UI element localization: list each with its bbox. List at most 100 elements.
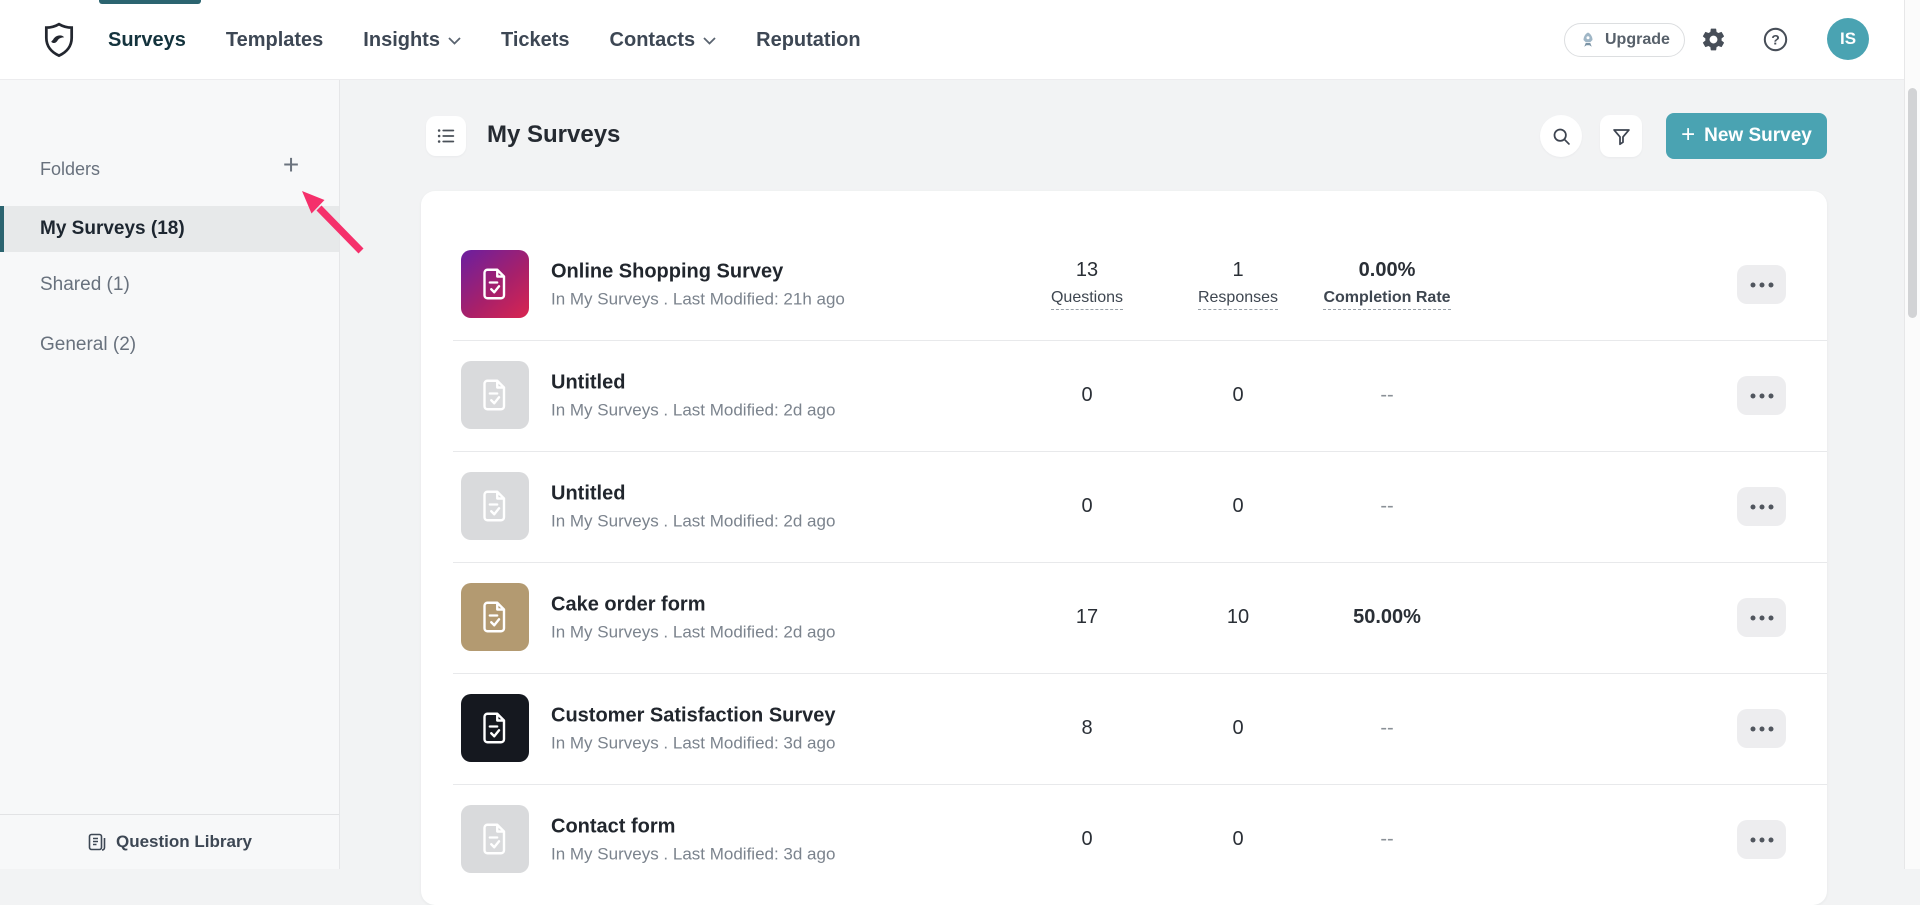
add-folder-button[interactable]: + (272, 146, 310, 184)
upgrade-button[interactable]: Upgrade (1564, 23, 1685, 57)
folders-title: Folders (40, 159, 100, 180)
survey-row[interactable]: Untitled In My Surveys . Last Modified: … (421, 451, 1827, 562)
completion-stat: 0.00% Completion Rate (1267, 229, 1507, 340)
responses-count: 1 (1232, 259, 1243, 282)
nav-surveys[interactable]: Surveys (108, 29, 186, 52)
nav-tickets[interactable]: Tickets (501, 29, 570, 52)
collapse-sidebar-button[interactable] (426, 116, 466, 156)
document-icon (477, 710, 513, 746)
document-icon (477, 821, 513, 857)
filter-button[interactable] (1600, 115, 1642, 157)
question-library-label: Question Library (116, 832, 252, 852)
survey-title[interactable]: Customer Satisfaction Survey (551, 704, 836, 727)
list-icon (435, 125, 457, 147)
survey-row[interactable]: Untitled In My Surveys . Last Modified: … (421, 340, 1827, 451)
survey-icon (461, 694, 529, 762)
nav-insights-label: Insights (363, 29, 440, 52)
survey-title[interactable]: Contact form (551, 815, 835, 838)
survey-subtitle: In My Surveys . Last Modified: 2d ago (551, 400, 835, 420)
questions-stat: 0 (1017, 340, 1157, 451)
survey-subtitle: In My Surveys . Last Modified: 2d ago (551, 622, 835, 642)
survey-subtitle: In My Surveys . Last Modified: 21h ago (551, 289, 845, 309)
nav-templates[interactable]: Templates (226, 29, 323, 52)
survey-text: Online Shopping Survey In My Surveys . L… (551, 260, 845, 309)
sidebar-item-general[interactable]: General (2) (0, 322, 339, 368)
sidebar: Folders + My Surveys (18) Shared (1) Gen… (0, 80, 340, 869)
gear-icon (1700, 26, 1727, 53)
nav-contacts-label: Contacts (610, 29, 696, 52)
row-actions-button[interactable] (1737, 820, 1786, 859)
settings-button[interactable] (1700, 26, 1727, 53)
survey-text: Cake order form In My Surveys . Last Mod… (551, 593, 835, 642)
row-actions-button[interactable] (1737, 598, 1786, 637)
upgrade-label: Upgrade (1605, 31, 1670, 49)
user-avatar[interactable]: IS (1827, 18, 1869, 60)
completion-label[interactable]: Completion Rate (1323, 289, 1450, 310)
survey-text: Untitled In My Surveys . Last Modified: … (551, 371, 835, 420)
primary-nav: Surveys Templates Insights Tickets Conta… (108, 0, 861, 80)
row-actions-button[interactable] (1737, 376, 1786, 415)
row-actions-button[interactable] (1737, 265, 1786, 304)
responses-count: 0 (1232, 495, 1243, 518)
completion-rate: -- (1380, 717, 1393, 740)
scrollbar-thumb[interactable] (1908, 88, 1917, 318)
sidebar-item-my-surveys[interactable]: My Surveys (18) (0, 206, 339, 252)
search-icon (1551, 126, 1572, 147)
survey-icon (461, 250, 529, 318)
nav-insights[interactable]: Insights (363, 29, 461, 52)
survey-list: Online Shopping Survey In My Surveys . L… (421, 229, 1827, 895)
survey-row[interactable]: Customer Satisfaction Survey In My Surve… (421, 673, 1827, 784)
ellipsis-icon (1750, 504, 1774, 510)
filter-icon (1611, 126, 1632, 147)
ellipsis-icon (1750, 393, 1774, 399)
responses-label[interactable]: Responses (1198, 289, 1278, 310)
survey-subtitle: In My Surveys . Last Modified: 2d ago (551, 511, 835, 531)
questions-stat: 17 (1017, 562, 1157, 673)
survey-title[interactable]: Untitled (551, 482, 835, 505)
question-library-icon (87, 832, 107, 852)
survey-row[interactable]: Online Shopping Survey In My Surveys . L… (421, 229, 1827, 340)
survey-row[interactable]: Contact form In My Surveys . Last Modifi… (421, 784, 1827, 895)
document-icon (477, 377, 513, 413)
survey-list-card: Online Shopping Survey In My Surveys . L… (421, 191, 1827, 905)
topbar: Surveys Templates Insights Tickets Conta… (0, 0, 1920, 80)
survey-title[interactable]: Cake order form (551, 593, 835, 616)
new-survey-label: New Survey (1704, 125, 1812, 147)
completion-stat: -- (1267, 451, 1507, 562)
questions-count: 0 (1081, 384, 1092, 407)
survey-subtitle: In My Surveys . Last Modified: 3d ago (551, 844, 835, 864)
completion-stat: -- (1267, 673, 1507, 784)
survey-text: Untitled In My Surveys . Last Modified: … (551, 482, 835, 531)
ellipsis-icon (1750, 282, 1774, 288)
scrollbar-track[interactable] (1904, 0, 1920, 869)
questions-count: 0 (1081, 828, 1092, 851)
sidebar-item-shared[interactable]: Shared (1) (0, 262, 339, 308)
questions-stat: 0 (1017, 784, 1157, 895)
completion-rate: -- (1380, 828, 1393, 851)
questions-stat: 8 (1017, 673, 1157, 784)
questions-count: 13 (1076, 259, 1098, 282)
completion-rate: -- (1380, 495, 1393, 518)
questions-count: 8 (1081, 717, 1092, 740)
app-logo-shield-icon[interactable] (40, 21, 78, 59)
new-survey-button[interactable]: + New Survey (1666, 113, 1827, 159)
nav-contacts[interactable]: Contacts (610, 29, 717, 52)
help-button[interactable]: ? (1762, 26, 1789, 53)
survey-row[interactable]: Cake order form In My Surveys . Last Mod… (421, 562, 1827, 673)
survey-title[interactable]: Untitled (551, 371, 835, 394)
questions-stat: 0 (1017, 451, 1157, 562)
nav-reputation[interactable]: Reputation (756, 29, 860, 52)
survey-title[interactable]: Online Shopping Survey (551, 260, 845, 283)
document-icon (477, 266, 513, 302)
row-actions-button[interactable] (1737, 709, 1786, 748)
search-button[interactable] (1540, 115, 1582, 157)
questions-label[interactable]: Questions (1051, 289, 1123, 310)
page-title: My Surveys (487, 121, 620, 149)
responses-count: 0 (1232, 384, 1243, 407)
document-icon (477, 488, 513, 524)
svg-text:?: ? (1771, 31, 1780, 47)
responses-count: 10 (1227, 606, 1249, 629)
row-actions-button[interactable] (1737, 487, 1786, 526)
survey-icon (461, 472, 529, 540)
question-library-button[interactable]: Question Library (0, 814, 339, 869)
